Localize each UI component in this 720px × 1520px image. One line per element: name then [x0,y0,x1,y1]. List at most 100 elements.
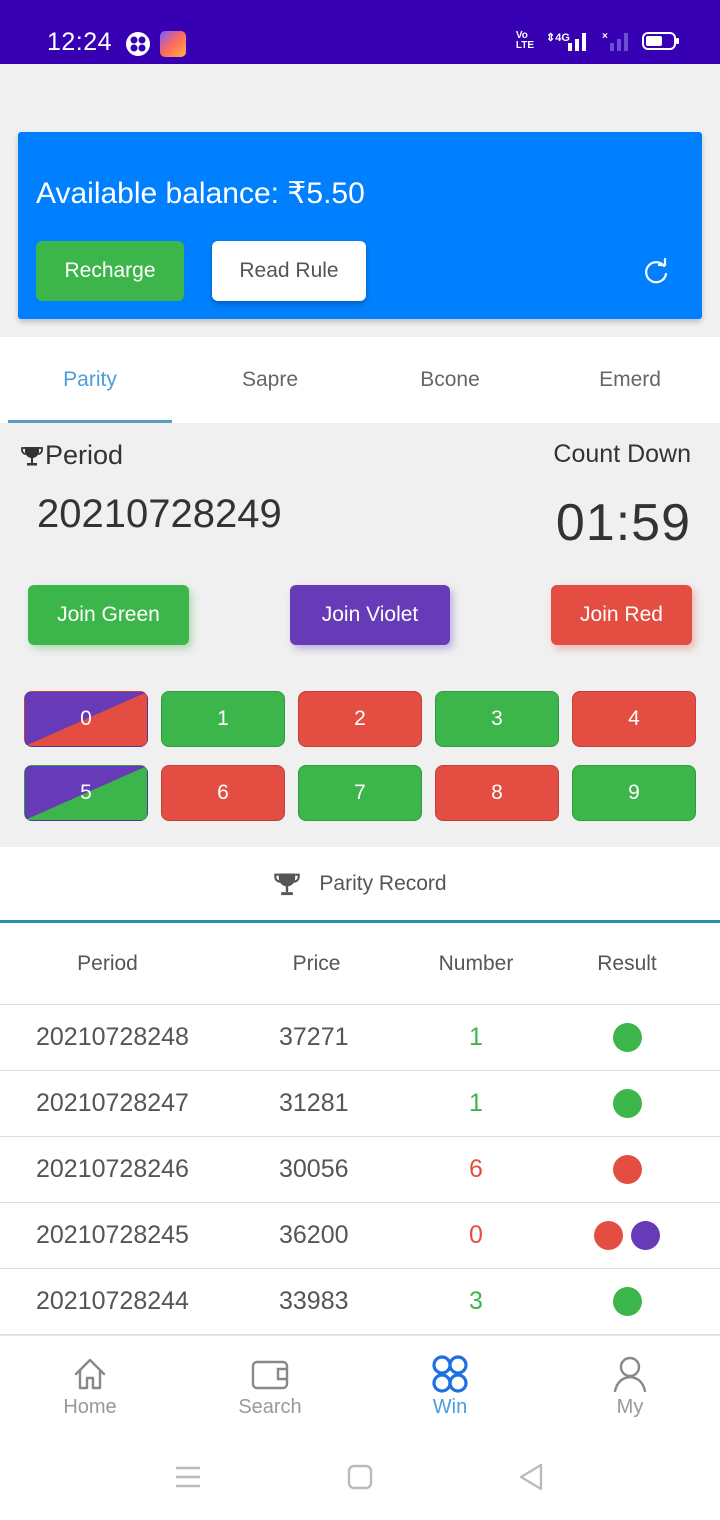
row-price: 31281 [279,1089,349,1117]
row-period: 20210728248 [36,1023,189,1051]
period-value: 20210728249 [37,492,282,536]
balance-card: Available balance: ₹5.50 Recharge Read R… [18,132,702,319]
nav-home-label: Home [63,1396,117,1418]
number-button-7[interactable]: 7 [298,765,422,821]
table-row: 20210728244 33983 3 [0,1269,720,1335]
number-button-5[interactable]: 5 [24,765,148,821]
record-title: Parity Record [319,871,447,895]
nav-win[interactable]: Win [360,1336,540,1435]
app-notification-icon [126,32,150,56]
number-button-3[interactable]: 3 [435,691,559,747]
trophy-icon [21,446,43,465]
active-tab-indicator [8,420,172,423]
menu-icon[interactable] [173,1462,203,1492]
join-red-button[interactable]: Join Red [551,585,692,645]
row-period: 20210728244 [36,1287,189,1315]
number-grid: 0 1 2 3 4 5 6 7 8 9 [24,691,696,821]
nav-search[interactable]: Search [180,1336,360,1435]
battery-icon [642,32,679,50]
countdown-label: Count Down [553,440,691,468]
game-tabs: Parity Sapre Bcone Emerd [0,337,720,423]
row-number: 1 [469,1089,483,1117]
status-indicators: Vo LTE ⇕4G × [515,30,679,52]
row-price: 36200 [279,1221,349,1249]
read-rule-button[interactable]: Read Rule [212,241,366,301]
home-icon [74,1358,106,1390]
row-result [534,1221,720,1250]
record-header: Parity Record [0,847,720,923]
row-number: 3 [469,1287,483,1315]
tab-parity[interactable]: Parity [0,337,180,423]
nav-search-label: Search [238,1396,302,1418]
user-icon [613,1356,647,1393]
number-button-1[interactable]: 1 [161,691,285,747]
parity-record: Parity Record Period Price Number Result… [0,847,720,1335]
result-dot [612,1287,642,1316]
period-label: Period [45,440,124,470]
result-dot [631,1221,660,1250]
back-icon[interactable] [516,1462,546,1492]
record-rows: 20210728248 37271 1 20210728247 31281 1 202107… [0,1005,720,1335]
number-button-9[interactable]: 9 [572,765,696,821]
trophy-icon [274,873,301,895]
result-dot [612,1089,642,1118]
refresh-icon[interactable] [642,258,670,286]
row-price: 30056 [279,1155,349,1183]
nav-my[interactable]: My [540,1336,720,1435]
row-period: 20210728245 [36,1221,189,1249]
status-time: 12:24 [47,28,113,56]
signal-nosim-icon: × [602,31,628,51]
status-bar: 12:24 Vo LTE ⇕4G × [0,0,720,64]
result-dot [594,1221,623,1250]
row-price: 33983 [279,1287,349,1315]
column-price: Price [292,951,341,975]
signal-4g-icon: ⇕4G [546,32,586,51]
recharge-button[interactable]: Recharge [36,241,184,301]
tab-sapre[interactable]: Sapre [180,337,360,423]
tab-emerd[interactable]: Emerd [540,337,720,423]
row-number: 6 [469,1155,483,1183]
row-price: 37271 [279,1023,349,1051]
record-table-header: Period Price Number Result [0,923,720,1005]
wallet-icon [251,1360,289,1390]
tab-bcone[interactable]: Bcone [360,337,540,423]
column-result: Result [597,951,657,975]
column-number: Number [438,951,514,975]
join-violet-button[interactable]: Join Violet [290,585,450,645]
column-period: Period [77,951,138,975]
bottom-nav: Home Search Win My [0,1335,720,1435]
row-period: 20210728247 [36,1089,189,1117]
svg-text:×: × [602,31,608,42]
join-green-button[interactable]: Join Green [28,585,189,645]
row-result [534,1089,720,1118]
number-button-0[interactable]: 0 [24,691,148,747]
home-square-icon[interactable] [345,1462,375,1492]
nav-win-label: Win [432,1396,468,1418]
nav-my-label: My [616,1396,644,1418]
table-row: 20210728245 36200 0 [0,1203,720,1269]
number-button-2[interactable]: 2 [298,691,422,747]
number-button-8[interactable]: 8 [435,765,559,821]
nav-home[interactable]: Home [0,1336,180,1435]
row-result [534,1023,720,1052]
table-row: 20210728246 30056 6 [0,1137,720,1203]
available-balance: Available balance: ₹5.50 [36,177,365,210]
period-heading: Period [20,440,123,471]
volte-icon: Vo LTE [515,30,534,51]
number-button-4[interactable]: 4 [572,691,696,747]
clover-icon [432,1355,468,1393]
table-row: 20210728248 37271 1 [0,1005,720,1071]
table-row: 20210728247 31281 1 [0,1071,720,1137]
row-number: 0 [469,1221,483,1249]
row-period: 20210728246 [36,1155,189,1183]
svg-text:⇕4G: ⇕4G [546,32,570,44]
system-navigation-bar [0,1435,720,1520]
result-dot [612,1155,642,1184]
number-button-6[interactable]: 6 [161,765,285,821]
countdown-timer: 01:59 [555,494,691,552]
row-result [534,1155,720,1184]
app-notification-icon-2 [160,31,186,57]
result-dot [612,1023,642,1052]
row-result [534,1287,720,1316]
row-number: 1 [469,1023,483,1051]
